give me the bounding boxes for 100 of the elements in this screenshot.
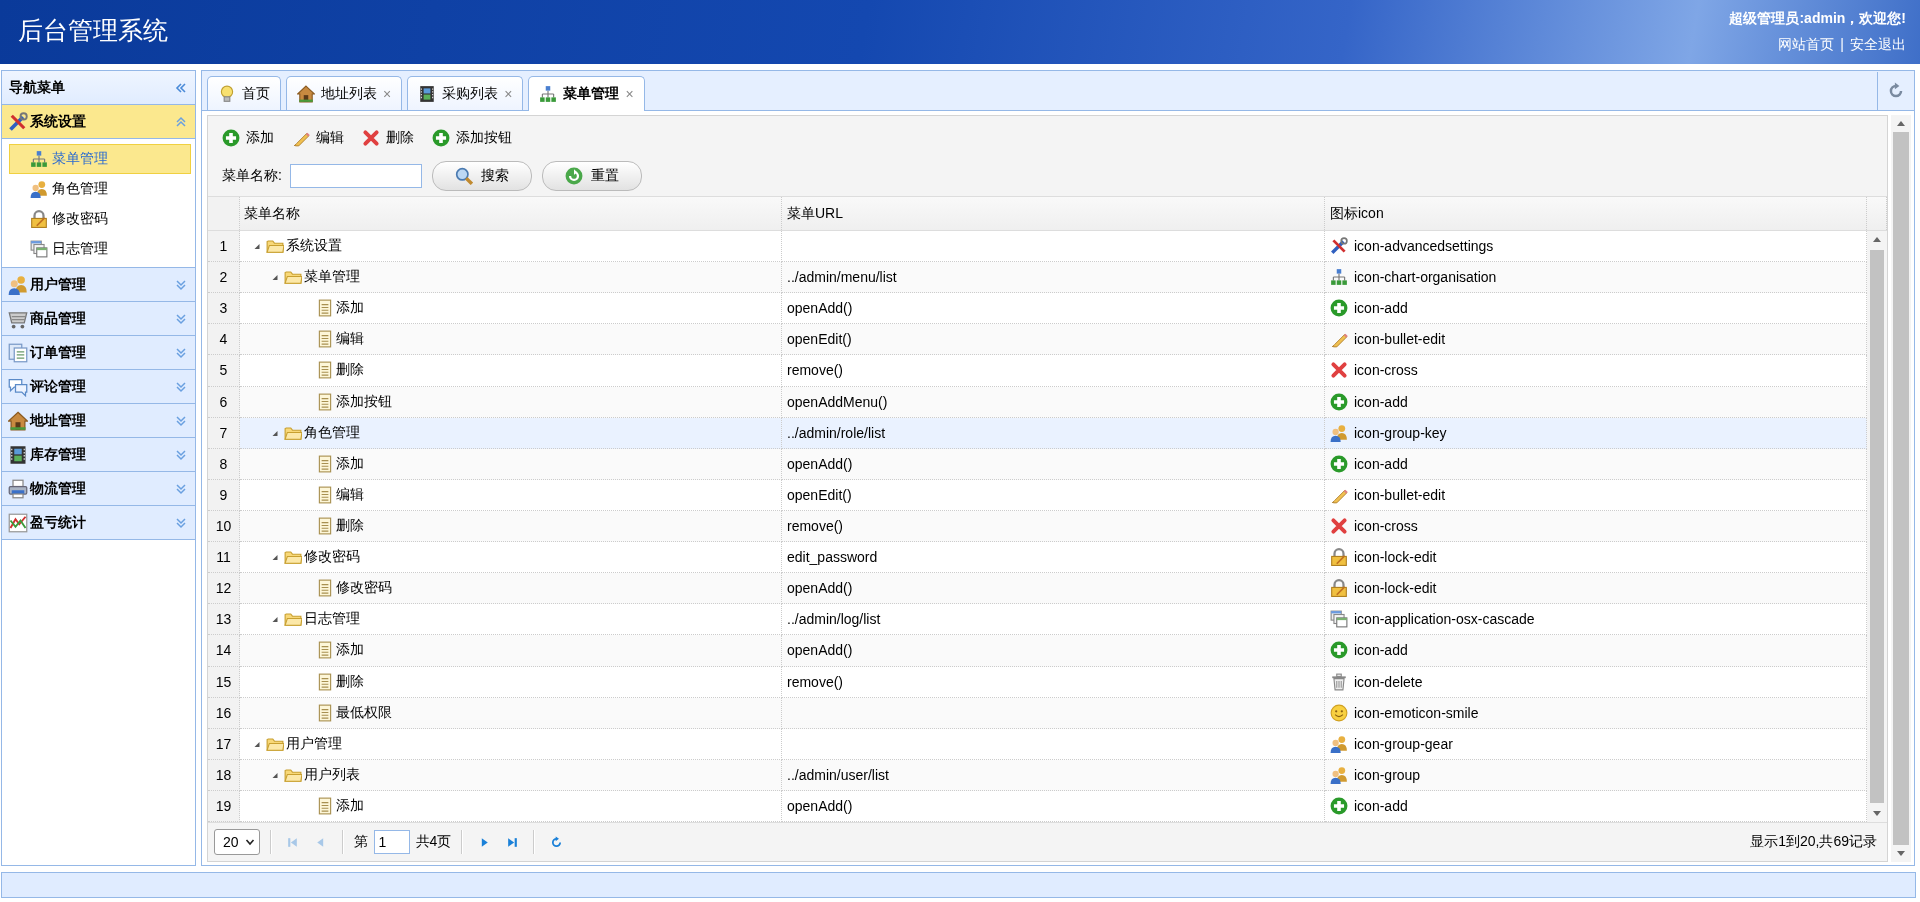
table-row[interactable]: 16 最低权限 icon-emoticon-smile	[208, 697, 1867, 729]
table-row[interactable]: 7 角色管理 ../admin/role/list icon-group-key	[208, 417, 1867, 449]
accordion-header[interactable]: 物流管理	[2, 472, 195, 506]
table-row[interactable]: 10 删除 remove() icon-cross	[208, 511, 1867, 543]
chevron-down-icon[interactable]	[175, 346, 187, 359]
close-icon[interactable]: ×	[625, 86, 634, 102]
chevron-down-icon[interactable]	[175, 414, 187, 427]
row-number: 14	[208, 635, 240, 667]
people-icon	[8, 274, 28, 295]
scroll-down-icon[interactable]	[1897, 851, 1905, 856]
table-cell: 添加	[336, 299, 364, 318]
folder-icon	[284, 548, 302, 567]
column-header[interactable]: 菜单URL	[782, 197, 1325, 230]
toolbar-button[interactable]: 编辑	[292, 129, 344, 147]
table-row[interactable]: 5 删除 remove() icon-cross	[208, 355, 1867, 387]
accordion-header[interactable]: 库存管理	[2, 438, 195, 472]
table-row[interactable]: 4 编辑 openEdit() icon-bullet-edit	[208, 324, 1867, 356]
table-row[interactable]: 15 删除 remove() icon-delete	[208, 666, 1867, 698]
scrollbar-thumb[interactable]	[1870, 250, 1884, 803]
table-cell: icon-bullet-edit	[1354, 331, 1446, 348]
table-cell: edit_password	[787, 549, 878, 566]
chart-icon	[8, 512, 28, 533]
reset-button[interactable]: 重置	[541, 161, 642, 191]
accordion-header[interactable]: 商品管理	[2, 302, 195, 336]
plus-icon	[1330, 454, 1348, 473]
expanded-icon[interactable]	[252, 241, 262, 252]
scrollbar[interactable]	[1891, 115, 1911, 862]
sidebar-item[interactable]: 日志管理	[9, 234, 191, 264]
sidebar-item[interactable]: 角色管理	[9, 174, 191, 204]
table-row[interactable]: 6 添加按钮 openAddMenu() icon-add	[208, 386, 1867, 418]
scrollbar-thumb[interactable]	[1893, 132, 1909, 845]
table-cell: openAdd()	[787, 300, 853, 317]
sidebar-item[interactable]: 菜单管理	[9, 144, 191, 174]
refresh-icon[interactable]	[549, 835, 563, 849]
chevron-down-icon[interactable]	[175, 448, 187, 461]
page-info: 显示1到20,共69记录	[1750, 833, 1877, 851]
house-icon	[8, 410, 28, 431]
row-number: 13	[208, 604, 240, 636]
document-icon	[316, 641, 334, 660]
plus-icon	[1330, 392, 1348, 411]
document-icon	[316, 361, 334, 380]
separator: |	[1840, 36, 1844, 54]
accordion-header[interactable]: 系统设置	[2, 105, 195, 139]
refresh-icon[interactable]	[1887, 82, 1905, 100]
scroll-up-icon[interactable]	[1897, 121, 1905, 126]
table-cell: 删除	[336, 517, 364, 536]
toolbar-button[interactable]: 添加	[222, 129, 274, 147]
table-cell: 添加	[336, 641, 364, 660]
table-row[interactable]: 14 添加 openAdd() icon-add	[208, 635, 1867, 667]
film-icon	[8, 444, 28, 465]
accordion-header[interactable]: 盈亏统计	[2, 506, 195, 540]
tab[interactable]: 采购列表 ×	[407, 76, 524, 110]
row-number: 15	[208, 666, 240, 698]
chevron-up-icon[interactable]	[175, 115, 187, 128]
column-header[interactable]: 图标icon	[1325, 197, 1867, 230]
table-cell: 删除	[336, 361, 364, 380]
accordion-header[interactable]: 评论管理	[2, 370, 195, 404]
scrollbar[interactable]	[1867, 231, 1887, 822]
accordion-header[interactable]: 用户管理	[2, 268, 195, 302]
scroll-up-icon[interactable]	[1873, 237, 1881, 242]
last-page-icon[interactable]	[505, 835, 519, 849]
expanded-icon[interactable]	[270, 552, 280, 563]
table-cell: openAdd()	[787, 798, 853, 814]
page-size-select[interactable]: 20	[214, 829, 260, 855]
row-number: 8	[208, 448, 240, 480]
table-cell: icon-add	[1354, 393, 1408, 410]
expanded-icon[interactable]	[270, 272, 280, 283]
table-row[interactable]: 12 修改密码 openAdd() icon-lock-edit	[208, 573, 1867, 605]
toolbar-button[interactable]: 添加按钮	[432, 129, 512, 147]
search-field[interactable]	[289, 164, 422, 188]
table-row[interactable]: 2 菜单管理 ../admin/menu/list icon-chart-organisation	[208, 262, 1867, 294]
sidebar-item[interactable]: 修改密码	[9, 204, 191, 234]
accordion-header[interactable]: 订单管理	[2, 336, 195, 370]
header-link[interactable]: 安全退出	[1850, 36, 1906, 54]
tab[interactable]: 首页	[207, 76, 281, 110]
plus-icon	[222, 129, 240, 147]
scroll-down-icon[interactable]	[1873, 811, 1881, 816]
chevron-down-icon[interactable]	[175, 312, 187, 325]
chevron-down-icon[interactable]	[175, 380, 187, 393]
chevron-down-icon[interactable]	[175, 278, 187, 291]
column-header[interactable]: 菜单名称	[240, 197, 782, 230]
close-icon[interactable]: ×	[383, 85, 392, 102]
toolbar-button[interactable]: 删除	[362, 129, 414, 147]
windows-icon	[1330, 610, 1348, 629]
caret-icon[interactable]	[244, 837, 255, 847]
collapse-icon[interactable]	[175, 81, 187, 94]
chevron-down-icon[interactable]	[175, 482, 187, 495]
item-label: 角色管理	[52, 180, 108, 198]
tab[interactable]: 地址列表 ×	[286, 76, 403, 110]
close-icon[interactable]: ×	[504, 85, 513, 102]
expanded-icon[interactable]	[270, 614, 280, 625]
table-row[interactable]: 18 用户列表 ../admin/user/list icon-group	[208, 759, 1867, 791]
chevron-down-icon[interactable]	[175, 516, 187, 529]
search-button[interactable]: 搜索	[431, 161, 532, 191]
table-row[interactable]: 8 添加 openAdd() icon-add	[208, 448, 1867, 480]
table-row[interactable]: 17 用户管理 icon-group-gear	[208, 728, 1867, 760]
table-row[interactable]: 9 编辑 openEdit() icon-bullet-edit	[208, 479, 1867, 511]
tab[interactable]: 菜单管理 ×	[528, 76, 645, 111]
accordion-header[interactable]: 地址管理	[2, 404, 195, 438]
page-field[interactable]: 1	[373, 830, 410, 854]
